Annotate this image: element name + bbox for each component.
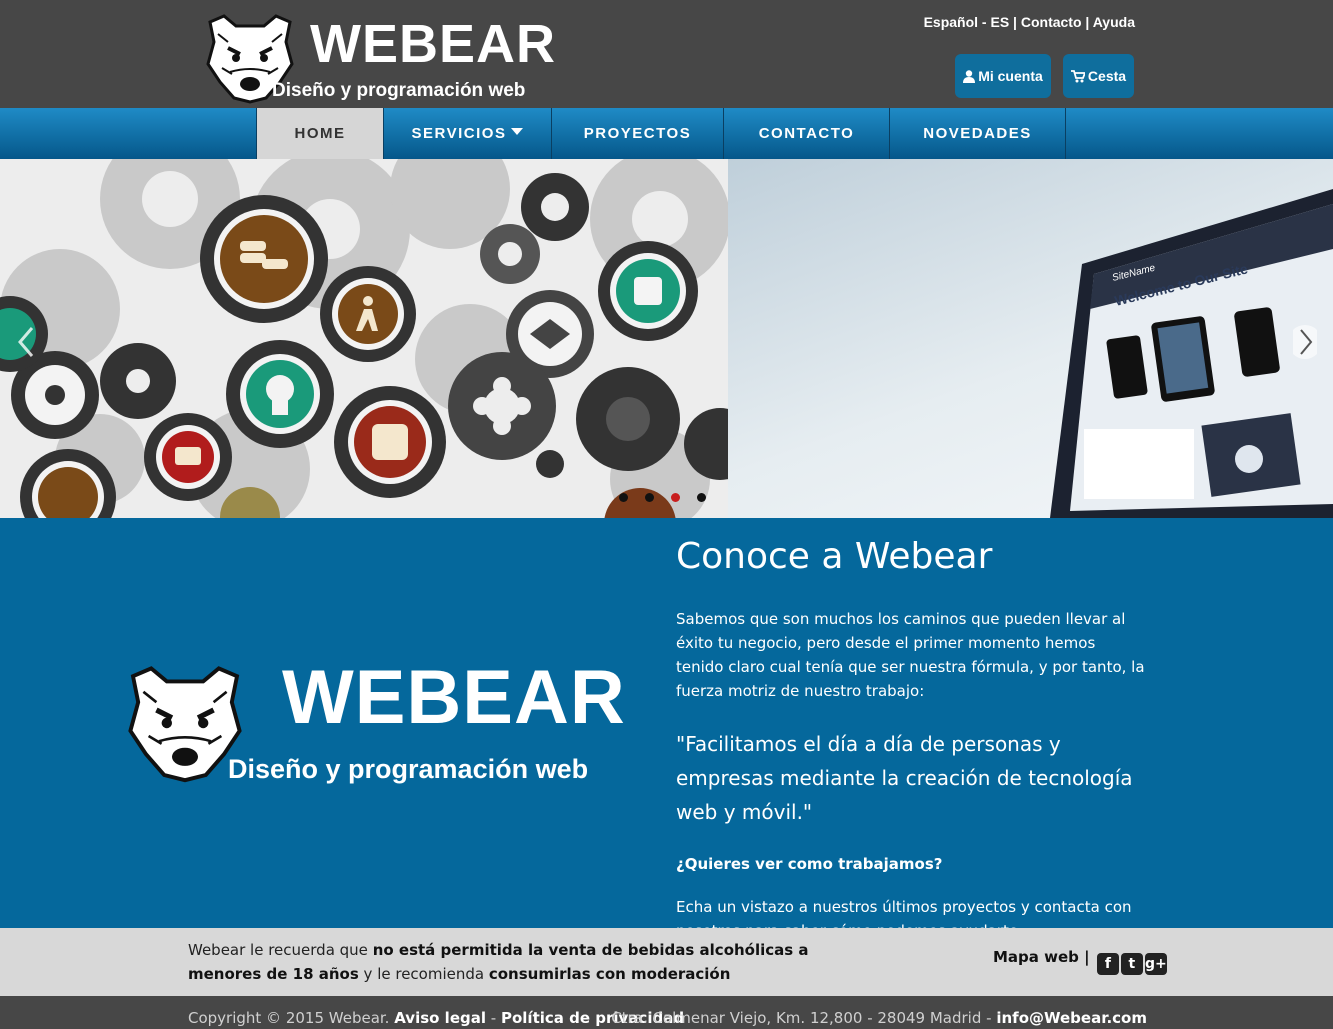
notice-part-1: Webear le recuerda que	[188, 941, 373, 959]
nav-novedades-label: NOVEDADES	[923, 125, 1032, 142]
slider-dot-2[interactable]	[645, 493, 654, 502]
slider-pagination	[619, 487, 723, 506]
separator: |	[1013, 14, 1017, 30]
website-mockup-illustration: Welcome to Our Site SiteName	[1050, 189, 1333, 518]
about-logo-title: WEBEAR	[282, 655, 626, 740]
nav-home[interactable]: HOME	[256, 108, 384, 159]
nav-servicios-label: SERVICIOS	[411, 125, 507, 142]
slider-dot-4[interactable]	[697, 493, 706, 502]
nav-novedades[interactable]: NOVEDADES	[890, 108, 1066, 159]
facebook-icon[interactable]: f	[1096, 953, 1119, 975]
notice-part-2: y le recomienda	[358, 965, 489, 983]
separator: |	[1085, 14, 1090, 30]
slider-dot-3[interactable]	[671, 493, 680, 502]
about-question: ¿Quieres ver como trabajamos?	[676, 855, 943, 873]
nav-proyectos-label: PROYECTOS	[583, 125, 692, 142]
shopping-cart-icon	[1070, 70, 1087, 83]
top-links: Español - ES | Contacto | Ayuda	[924, 14, 1135, 30]
nav-home-label: HOME	[294, 125, 346, 142]
slider-next-arrow[interactable]	[1293, 324, 1317, 360]
header: WEBEAR Diseño y programación web Español…	[0, 0, 1333, 108]
email-link[interactable]: info@Webear.com	[996, 1009, 1147, 1027]
nav-contacto-label: CONTACTO	[758, 125, 855, 142]
alcohol-notice-text: Webear le recuerda que no está permitida…	[188, 938, 828, 986]
main-nav: HOME SERVICIOS PROYECTOS CONTACTO NOVEDA…	[0, 108, 1333, 159]
about-title: Conoce a Webear	[676, 536, 993, 577]
social-links: Mapa web | f t g+	[993, 948, 1167, 975]
google-plus-icon[interactable]: g+	[1144, 953, 1167, 975]
caret-down-icon	[511, 128, 524, 135]
website-mockup-slide-image: Welcome to Our Site SiteName	[728, 159, 1333, 518]
logo-tagline: Diseño y programación web	[272, 80, 526, 101]
help-link[interactable]: Ayuda	[1093, 14, 1135, 30]
footer-left: Copyright © 2015 Webear. Aviso legal - P…	[188, 1009, 684, 1027]
user-icon	[963, 70, 976, 83]
footer-right: Ctra. Colmenar Viejo, Km. 12,800 - 28049…	[611, 1009, 1147, 1027]
footer: Copyright © 2015 Webear. Aviso legal - P…	[0, 996, 1333, 1029]
address-text: Ctra. Colmenar Viejo, Km. 12,800 - 28049…	[611, 1009, 992, 1027]
image-slider[interactable]: Welcome to Our Site SiteName	[0, 159, 1333, 518]
my-account-button[interactable]: Mi cuenta	[955, 54, 1051, 98]
slider-prev-arrow[interactable]	[14, 324, 38, 360]
contact-link[interactable]: Contacto	[1021, 14, 1082, 30]
legal-notice-link[interactable]: Aviso legal	[394, 1009, 486, 1027]
about-section: WEBEAR Diseño y programación web Conoce …	[0, 518, 1333, 940]
alcohol-notice-bar: Webear le recuerda que no está permitida…	[0, 928, 1333, 996]
cart-button[interactable]: Cesta	[1063, 54, 1134, 98]
separator: |	[1084, 948, 1090, 966]
about-quote: "Facilitamos el día a día de personas y …	[676, 732, 1133, 824]
sitemap-link[interactable]: Mapa web	[993, 948, 1079, 966]
nav-contacto[interactable]: CONTACTO	[724, 108, 890, 159]
logo-title[interactable]: WEBEAR	[310, 14, 556, 74]
copyright-text: Copyright © 2015 Webear.	[188, 1009, 390, 1027]
notice-bold-2: consumirlas con moderación	[488, 965, 731, 983]
about-content: Conoce a Webear Sabemos que son muchos l…	[676, 536, 1146, 967]
nav-servicios[interactable]: SERVICIOS	[384, 108, 552, 159]
nav-proyectos[interactable]: PROYECTOS	[552, 108, 724, 159]
cart-label: Cesta	[1087, 68, 1127, 84]
my-account-label: Mi cuenta	[978, 68, 1043, 84]
gears-slide-image	[0, 159, 728, 518]
separator: -	[490, 1009, 497, 1027]
gears-illustration	[0, 159, 728, 518]
about-logo-tagline: Diseño y programación web	[228, 754, 589, 784]
twitter-icon[interactable]: t	[1120, 953, 1143, 975]
slider-dot-1[interactable]	[619, 493, 628, 502]
about-paragraph-1: Sabemos que son muchos los caminos que p…	[676, 610, 1145, 700]
language-link[interactable]: Español - ES	[924, 14, 1010, 30]
